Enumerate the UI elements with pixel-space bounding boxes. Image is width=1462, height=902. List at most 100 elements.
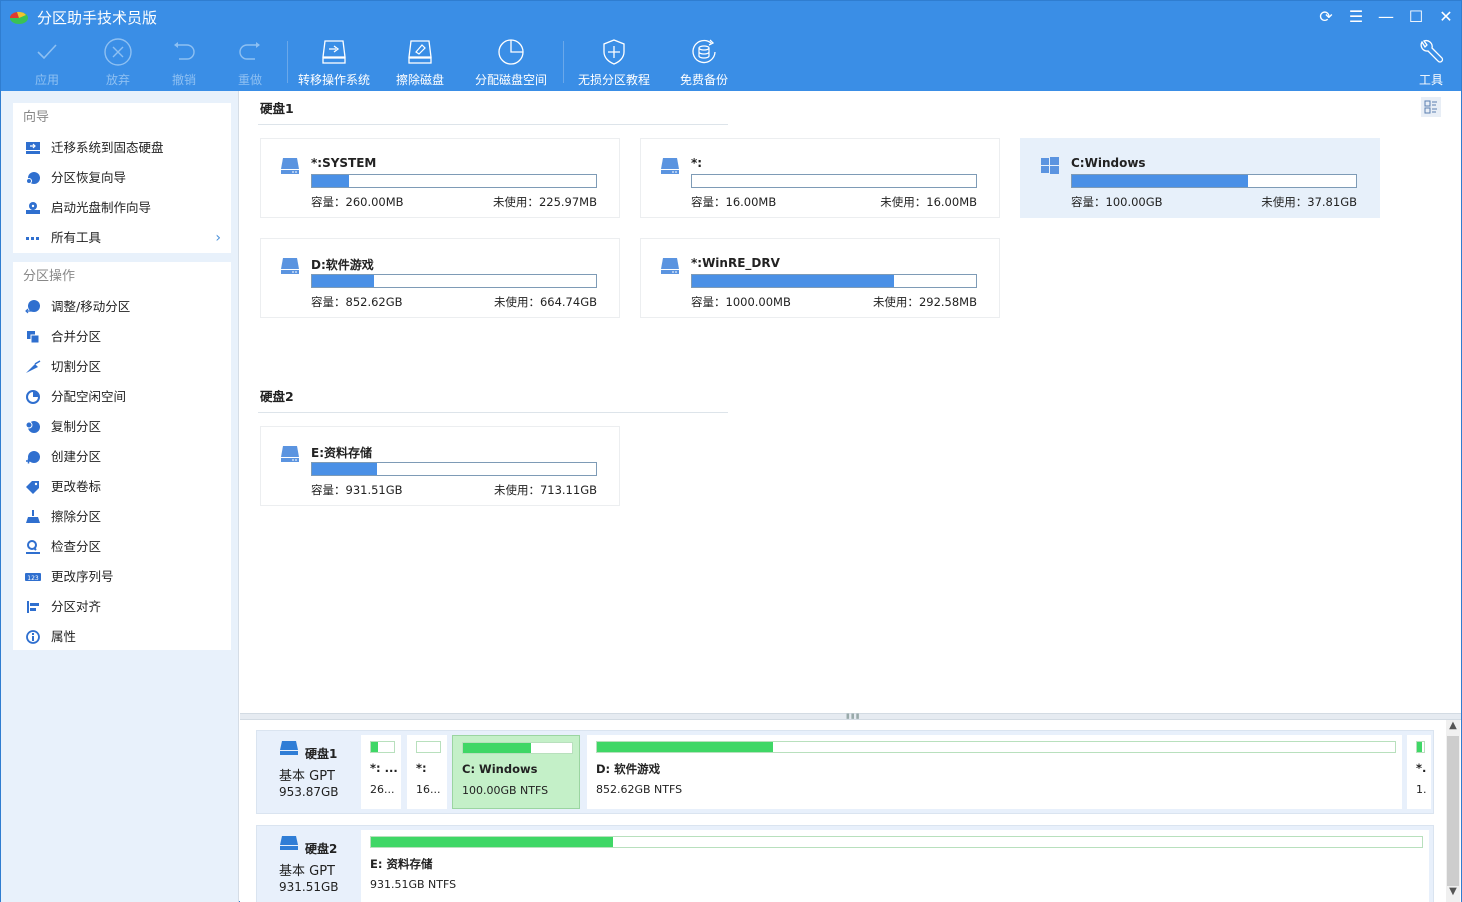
- disk-type: 基本 GPT: [279, 769, 335, 784]
- partition-card[interactable]: C:Windows 容量：100.00GB 未使用：37.81GB: [1020, 138, 1380, 218]
- partition-name: *:SYSTEM: [311, 156, 377, 170]
- sidebar-item-wipe[interactable]: 擦除分区: [13, 502, 231, 532]
- view-toggle-button[interactable]: [1421, 97, 1441, 117]
- disk-row[interactable]: 硬盘2 基本 GPT 931.51GB E: 资料存储 931.51GB NTFS: [256, 825, 1434, 902]
- free-value: 225.97MB: [538, 195, 597, 209]
- free-label: 未使用：: [872, 295, 919, 309]
- partition-block[interactable]: *: ... 26...: [361, 735, 401, 809]
- tools-button[interactable]: 工具: [1413, 37, 1449, 89]
- partition-name: *:WinRE_DRV: [691, 256, 780, 270]
- partition-name: C:Windows: [1071, 156, 1146, 170]
- sidebar-item-all-tools[interactable]: 所有工具 ›: [13, 223, 231, 253]
- partition-name: E:资料存储: [311, 446, 372, 460]
- sidebar-item-bootable-media[interactable]: 启动光盘制作向导: [13, 193, 231, 223]
- pane-splitter[interactable]: ▮▮▮: [240, 713, 1461, 720]
- drive-icon: [661, 258, 679, 274]
- app-window: 分区助手技术员版 ⟳ ☰ — ☐ ✕ 应用 放弃 撤销 重做 转移操作系统 擦除…: [0, 0, 1462, 902]
- drive-icon: [281, 258, 299, 274]
- undo-button[interactable]: 撤销: [164, 37, 204, 89]
- check-icon: [37, 44, 57, 60]
- redo-button[interactable]: 重做: [230, 37, 270, 89]
- partition-block[interactable]: D: 软件游戏 852.62GB NTFS: [587, 735, 1402, 809]
- cancel-circle-icon: [104, 38, 132, 66]
- partition-info: 100.00GB NTFS: [462, 784, 549, 797]
- wipe-disk-button[interactable]: 擦除磁盘: [393, 37, 447, 89]
- partition-usage-fill: [371, 837, 613, 847]
- free-value: 713.11GB: [539, 483, 597, 497]
- free-value: 37.81GB: [1307, 195, 1357, 209]
- redo-icon: [239, 42, 260, 60]
- refresh-button[interactable]: ⟳: [1314, 7, 1338, 27]
- app-title: 分区助手技术员版: [37, 9, 158, 27]
- sidebar-item-check[interactable]: 检查分区: [13, 532, 231, 562]
- sidebar-item-copy[interactable]: 复制分区: [13, 412, 231, 442]
- allocate-space-button[interactable]: 分配磁盘空间: [471, 37, 551, 89]
- disk-icon: [280, 836, 298, 850]
- disk-row[interactable]: 硬盘1 基本 GPT 953.87GB *: ... 26... *: 16... C: Wi…: [256, 730, 1434, 814]
- partition-card[interactable]: *:SYSTEM 容量：260.00MB 未使用：225.97MB: [260, 138, 620, 218]
- backup-label: 免费备份: [679, 73, 728, 87]
- sidebar-item-align[interactable]: 分区对齐: [13, 592, 231, 622]
- disk-map: 硬盘1 基本 GPT 953.87GB *: ... 26... *: 16... C: Wi…: [240, 720, 1461, 902]
- capacity-text: 容量：931.51GB: [311, 482, 403, 498]
- sidebar-item-resize[interactable]: 调整/移动分区: [13, 292, 231, 322]
- apply-label: 应用: [34, 73, 59, 87]
- capacity-value: 1000.00MB: [725, 295, 791, 309]
- sidebar-item-properties[interactable]: 属性: [13, 622, 231, 652]
- partition-usage-bar: [370, 836, 1423, 848]
- wrench-icon: [1420, 39, 1444, 63]
- sidebar-item-allocate-free[interactable]: 分配空闲空间: [13, 382, 231, 412]
- free-space-text: 未使用：713.11GB: [494, 482, 597, 498]
- sidebar-item-label: 切割分区: [51, 359, 102, 374]
- partition-block[interactable]: C: Windows 100.00GB NTFS: [452, 735, 580, 809]
- free-space-text: 未使用：16.00MB: [880, 194, 977, 210]
- minimize-button[interactable]: —: [1374, 7, 1398, 27]
- free-space-text: 未使用：664.74GB: [494, 294, 597, 310]
- sidebar-item-split[interactable]: 切割分区: [13, 352, 231, 382]
- capacity-label: 容量：: [311, 195, 346, 209]
- tutorial-button[interactable]: 无损分区教程: [574, 37, 654, 89]
- align-icon: [27, 601, 39, 613]
- apply-button[interactable]: 应用: [27, 37, 67, 89]
- capacity-label: 容量：: [691, 195, 726, 209]
- sidebar-item-label: 分配空闲空间: [51, 389, 127, 404]
- usage-bar-fill: [312, 175, 349, 187]
- disk-name: 硬盘1: [305, 747, 338, 761]
- disk-name: 硬盘2: [305, 842, 338, 856]
- partition-card[interactable]: E:资料存储容量：931.51GB 未使用：713.11GB: [260, 426, 620, 506]
- capacity-text: 容量：852.62GB: [311, 294, 403, 310]
- sidebar-item-create[interactable]: 创建分区: [13, 442, 231, 472]
- free-label: 未使用：: [493, 483, 540, 497]
- partition-card[interactable]: *: 容量：16.00MB 未使用：16.00MB: [640, 138, 1000, 218]
- sidebar-item-label: 分区恢复向导: [51, 170, 127, 185]
- scroll-up-arrow-icon[interactable]: ▲: [1446, 720, 1460, 736]
- migrate-disk-icon: [26, 142, 40, 154]
- sidebar-item-change-label[interactable]: 更改卷标: [13, 472, 231, 502]
- sidebar-item-partition-recovery[interactable]: 分区恢复向导: [13, 163, 231, 193]
- discard-button[interactable]: 放弃: [98, 37, 138, 89]
- chevron-right-icon: ›: [215, 230, 221, 246]
- vertical-scrollbar[interactable]: ▲ ▼: [1446, 720, 1460, 902]
- backup-button[interactable]: 免费备份: [677, 37, 731, 89]
- windows-icon: [1041, 157, 1059, 174]
- menu-button[interactable]: ☰: [1344, 7, 1368, 27]
- sidebar-item-merge[interactable]: 合并分区: [13, 322, 231, 352]
- sidebar-item-label: 更改序列号: [51, 569, 114, 584]
- partition-card[interactable]: *:WinRE_DRV 容量：1000.00MB 未使用：292.58MB: [640, 238, 1000, 318]
- scroll-thumb[interactable]: [1447, 736, 1459, 886]
- free-label: 未使用：: [492, 195, 539, 209]
- close-button[interactable]: ✕: [1434, 7, 1458, 27]
- migrate-os-button[interactable]: 转移操作系统: [294, 37, 374, 89]
- partition-card[interactable]: D:软件游戏 容量：852.62GB 未使用：664.74GB: [260, 238, 620, 318]
- disk-info: 硬盘2 基本 GPT 931.51GB: [257, 826, 357, 902]
- partition-block[interactable]: *: 16...: [407, 735, 447, 809]
- wizard-panel: 向导 迁移系统到固态硬盘 分区恢复向导 启动光盘制作向导 所有工具 ›: [13, 103, 231, 253]
- partition-block[interactable]: *. 1.: [1407, 735, 1431, 809]
- list-view-icon: [1424, 100, 1437, 114]
- sidebar-item-serial-number[interactable]: 123 更改序列号: [13, 562, 231, 592]
- maximize-button[interactable]: ☐: [1404, 7, 1428, 27]
- scroll-down-arrow-icon[interactable]: ▼: [1446, 886, 1460, 902]
- usage-bar-fill: [312, 463, 378, 475]
- partition-block[interactable]: E: 资料存储 931.51GB NTFS: [361, 830, 1429, 902]
- sidebar-item-migrate-ssd[interactable]: 迁移系统到固态硬盘: [13, 133, 231, 163]
